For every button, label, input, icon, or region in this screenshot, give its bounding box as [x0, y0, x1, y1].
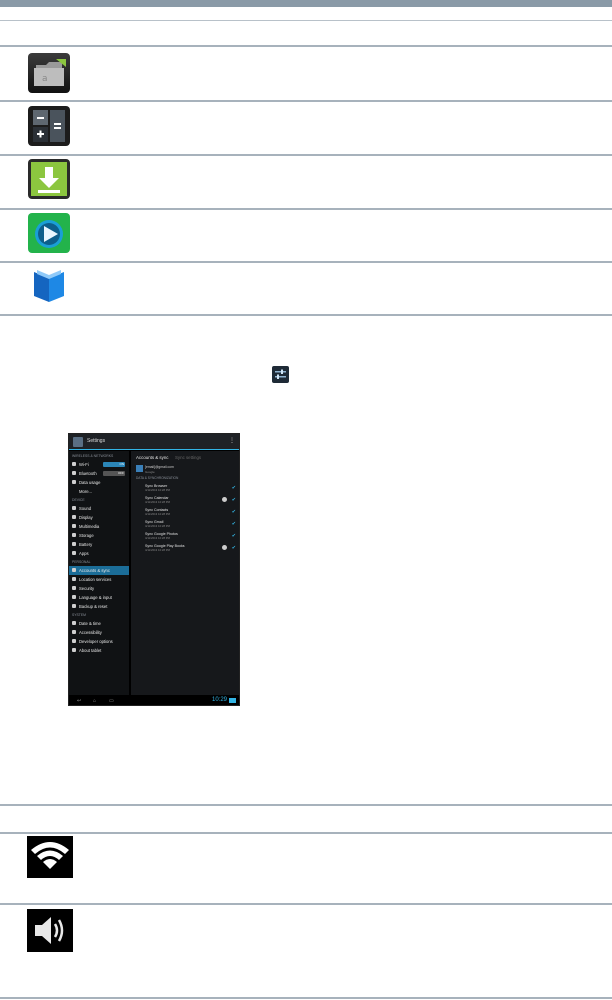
divider [0, 45, 612, 47]
settings-sidebar: WIRELESS & NETWORKS Wi-Fi ON Bluetooth OFF… [69, 451, 129, 695]
account-email[interactable]: [email]@gmail.com [145, 465, 174, 469]
downloads-icon [28, 159, 70, 199]
divider [0, 314, 612, 316]
sidebar-item-wifi[interactable]: Wi-Fi ON [69, 460, 129, 469]
storage-icon [72, 533, 76, 537]
sidebar-item-language[interactable]: Language & input [69, 593, 129, 602]
header-bar [0, 0, 612, 7]
sidebar-item-storage[interactable]: Storage [69, 531, 129, 540]
settings-icon [73, 437, 83, 447]
sync-row[interactable]: Sync Google Play Books 4/11/2013 10:28 PM… [145, 544, 239, 556]
volume-icon [27, 909, 73, 952]
sync-row[interactable]: Sync Google Photos 4/11/2013 10:28 PM ✔ [145, 532, 239, 544]
sync-icon [222, 545, 227, 550]
sync-row[interactable]: Sync Contacts 4/11/2013 10:28 PM ✔ [145, 508, 239, 520]
checkbox[interactable]: ✔ [232, 509, 236, 515]
sidebar-item-security[interactable]: Security [69, 584, 129, 593]
data-usage-icon [72, 480, 76, 484]
wifi-icon [27, 836, 73, 878]
sync-row[interactable]: Sync Gmail 4/11/2013 10:28 PM ✔ [145, 520, 239, 532]
sidebar-item-display[interactable]: Display [69, 513, 129, 522]
sidebar-item-accounts-sync[interactable]: Accounts & sync [69, 566, 129, 575]
pane-header: Accounts & sync [136, 455, 169, 460]
sidebar-item-developer[interactable]: Developer options [69, 637, 129, 646]
divider [0, 20, 612, 21]
section-header: PERSONAL [72, 560, 91, 564]
sidebar-item-about[interactable]: About tablet [69, 646, 129, 655]
section-header: DEVICE [72, 498, 85, 502]
svg-text:a: a [42, 74, 48, 84]
checkbox[interactable]: ✔ [232, 533, 236, 539]
sidebar-item-apps[interactable]: Apps [69, 549, 129, 558]
divider [0, 804, 612, 806]
checkbox[interactable]: ✔ [232, 521, 236, 527]
divider [0, 903, 612, 905]
lock-icon [72, 586, 76, 590]
pane-header-sub: Sync settings [175, 455, 202, 460]
sync-icon [222, 497, 227, 502]
checkbox[interactable]: ✔ [232, 545, 236, 551]
settings-screenshot: Settings ⋮ WIRELESS & NETWORKS Wi-Fi ON B… [68, 433, 240, 706]
wifi-icon [72, 462, 76, 466]
file-manager-icon: a [28, 53, 70, 93]
home-icon[interactable]: ⌂ [93, 698, 96, 704]
wifi-toggle[interactable]: ON [103, 462, 125, 467]
account-type: Google [145, 470, 155, 474]
backup-icon [72, 604, 76, 608]
battery-icon [72, 542, 76, 546]
divider [0, 261, 612, 263]
status-icon [229, 698, 236, 703]
sync-row[interactable]: Sync Browser 4/11/2013 10:28 PM ✔ [145, 484, 239, 496]
sidebar-item-location[interactable]: Location services [69, 575, 129, 584]
sync-icon [72, 568, 76, 572]
section-header: SYSTEM [72, 613, 86, 617]
accessibility-icon [72, 630, 76, 634]
divider [0, 832, 612, 834]
media-player-icon [28, 213, 70, 253]
back-icon[interactable]: ↩ [77, 698, 81, 704]
play-books-icon [28, 266, 70, 306]
language-icon [72, 595, 76, 599]
sidebar-item-battery[interactable]: Battery [69, 540, 129, 549]
clock-icon [72, 621, 76, 625]
sidebar-item-sound[interactable]: Sound [69, 504, 129, 513]
clock: 10:29 [211, 697, 227, 703]
sidebar-item-backup[interactable]: Backup & reset [69, 602, 129, 611]
recent-apps-icon[interactable]: ▭ [109, 698, 114, 704]
calculator-icon [28, 106, 70, 146]
sound-icon [72, 506, 76, 510]
sidebar-item-more[interactable]: More... [69, 487, 129, 496]
section-header: WIRELESS & NETWORKS [72, 454, 114, 458]
divider [0, 997, 612, 999]
sync-row[interactable]: Sync Calendar 4/11/2013 10:28 PM ✔ [145, 496, 239, 508]
sidebar-item-bluetooth[interactable]: Bluetooth OFF [69, 469, 129, 478]
sidebar-item-accessibility[interactable]: Accessibility [69, 628, 129, 637]
divider [0, 100, 612, 102]
apps-icon [72, 551, 76, 555]
accounts-sync-pane: Accounts & sync Sync settings [email]@gm… [131, 451, 239, 695]
bluetooth-icon [72, 471, 76, 475]
multimedia-icon [72, 524, 76, 528]
divider [0, 208, 612, 210]
google-account-icon [136, 465, 143, 472]
sidebar-item-data-usage[interactable]: Data usage [69, 478, 129, 487]
checkbox[interactable]: ✔ [232, 497, 236, 503]
sidebar-item-multimedia[interactable]: Multimedia [69, 522, 129, 531]
info-icon [72, 648, 76, 652]
section-header: DATA & SYNCHRONIZATION [136, 476, 179, 480]
title-bar: Settings ⋮ [69, 434, 239, 450]
developer-icon [72, 639, 76, 643]
overflow-menu-icon[interactable]: ⋮ [229, 437, 235, 444]
divider [0, 154, 612, 156]
location-icon [72, 577, 76, 581]
bluetooth-toggle[interactable]: OFF [103, 471, 125, 476]
sidebar-item-date-time[interactable]: Date & time [69, 619, 129, 628]
display-icon [72, 515, 76, 519]
system-nav-bar: ↩ ⌂ ▭ 10:29 [69, 695, 239, 705]
settings-icon [272, 366, 289, 383]
title: Settings [87, 438, 106, 444]
checkbox[interactable]: ✔ [232, 485, 236, 491]
